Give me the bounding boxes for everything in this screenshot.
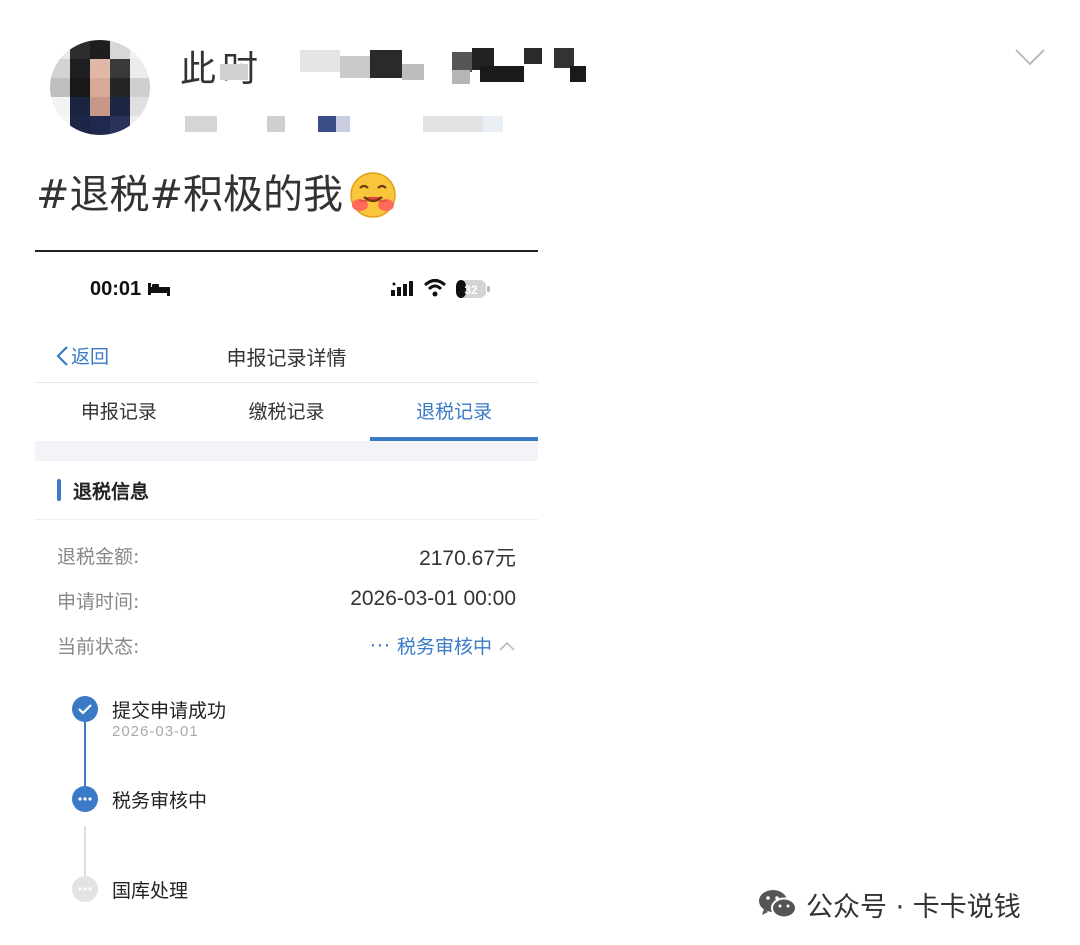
avatar[interactable]: [50, 40, 150, 135]
record-tabs: 申报记录 缴税记录 退税记录: [35, 384, 538, 441]
post-page: 此时 #退税#积极的我: [0, 0, 1080, 945]
ellipsis-icon: [78, 797, 92, 801]
chevron-down-icon[interactable]: [1015, 46, 1045, 68]
status-bar: 00:01 32: [35, 274, 538, 304]
section-divider: [35, 441, 538, 461]
post-hashtag-text: #退税#积极的我: [36, 172, 344, 218]
apply-time-label: 申请时间:: [57, 591, 140, 613]
step-date-submitted: 2026-03-01: [112, 723, 199, 740]
chevron-up-icon: [499, 641, 515, 651]
current-status-row: 当前状态: ··· 税务审核中: [35, 632, 538, 662]
cellular-signal-icon: [391, 280, 417, 300]
section-accent-bar: [57, 479, 61, 501]
bed-icon: [147, 281, 171, 301]
current-status-value: 税务审核中: [396, 636, 492, 658]
step-current-node: [72, 786, 98, 812]
tax-refund-screenshot: 00:01 32 返回 申报记录详情 申报记录 缴税记录 退税记录 退税信息 退…: [35, 250, 538, 912]
username-blur: [180, 42, 590, 84]
battery-level: 32: [464, 283, 478, 297]
current-status-toggle[interactable]: ··· 税务审核中: [370, 632, 516, 659]
step-pending-node: [72, 876, 98, 902]
status-time: 00:01: [90, 278, 142, 300]
tab-tax-payment-records[interactable]: 缴税记录: [203, 384, 371, 441]
step-done-node: [72, 696, 98, 722]
apply-time-row: 申请时间: 2026-03-01 00:00: [35, 587, 538, 617]
refund-amount-row: 退税金额: 2170.67元: [35, 542, 538, 572]
step-label-under-review: 税务审核中: [112, 790, 208, 812]
wechat-icon: [759, 890, 797, 919]
section-title: 退税信息: [73, 481, 150, 503]
refund-info-header: 退税信息: [35, 461, 538, 520]
status-dots: ···: [369, 634, 391, 657]
step-label-treasury: 国库处理: [112, 880, 189, 902]
post-meta-blur: [185, 116, 515, 134]
refund-amount-label: 退税金额:: [57, 546, 140, 568]
tab-declaration-records[interactable]: 申报记录: [35, 384, 203, 441]
watermark: 公众号 · 卡卡说钱: [758, 884, 1021, 924]
refund-progress-timeline: 提交申请成功 2026-03-01 税务审核中 国库处理: [35, 692, 538, 912]
page-title: 申报记录详情: [226, 346, 347, 370]
tab-tax-refund-records[interactable]: 退税记录: [370, 384, 538, 441]
watermark-text: 公众号 · 卡卡说钱: [806, 891, 1021, 923]
ellipsis-icon: [78, 887, 92, 891]
current-status-label: 当前状态:: [57, 636, 140, 658]
hugging-face-emoji-icon: [349, 171, 397, 219]
apply-time-value: 2026-03-01 00:00: [350, 587, 516, 610]
post-text: #退税#积极的我: [36, 168, 397, 222]
refund-amount-value: 2170.67元: [419, 547, 516, 570]
battery-icon: 32: [455, 278, 491, 304]
check-icon: [78, 704, 92, 715]
step-label-submitted: 提交申请成功: [112, 700, 227, 722]
nav-bar: 返回 申报记录详情: [35, 334, 538, 383]
wifi-icon: [423, 278, 447, 302]
